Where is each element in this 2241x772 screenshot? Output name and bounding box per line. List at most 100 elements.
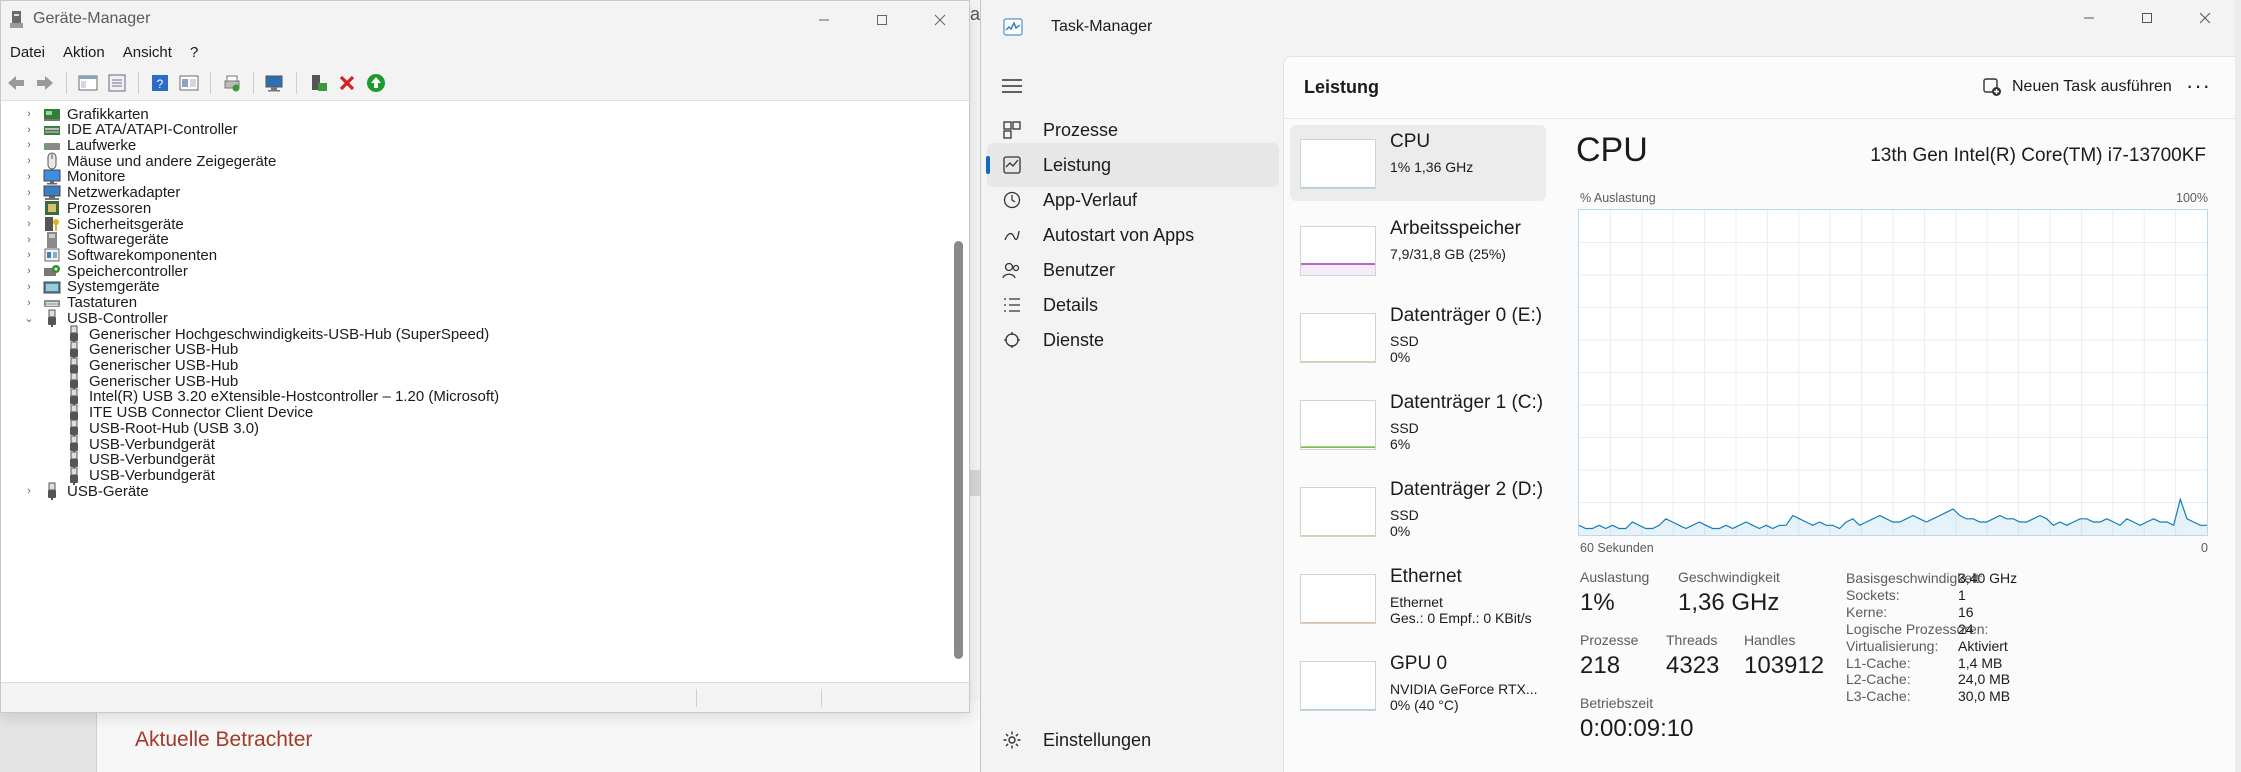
graph-y-max-label: 100%: [2176, 191, 2208, 205]
resource-detail: Ges.: 0 Empf.: 0 KBit/s: [1390, 610, 1532, 626]
stat-processes-value: 218: [1580, 652, 1621, 679]
usb-icon: [48, 482, 56, 501]
toolbar-separator: [296, 71, 297, 94]
device-manager-title: Geräte-Manager: [33, 10, 151, 27]
graph-x-axis-label: 60 Sekunden: [1580, 541, 1654, 555]
spec-value: 1: [1958, 586, 1966, 603]
device-tree-scrollbar[interactable]: [951, 101, 965, 681]
resource-item[interactable]: GPU 0 NVIDIA GeForce RTX... 0% (40 °C): [1290, 647, 1546, 723]
stat-threads-label: Threads: [1666, 632, 1718, 648]
minimize-icon: [819, 19, 829, 21]
device-manager-app-icon: [10, 11, 23, 28]
page-header: Leistung Neuen Task ausführen ···: [1284, 57, 2235, 119]
help-button[interactable]: ?: [147, 70, 173, 96]
console-tree-icon: [78, 75, 98, 90]
help-icon: ?: [152, 74, 168, 91]
uninstall-device-button[interactable]: [334, 70, 360, 96]
spec-key: Virtualisierung:: [1846, 637, 1939, 654]
performance-page: Leistung Neuen Task ausführen ··· CPU 1% …: [1283, 56, 2235, 772]
spec-key: Sockets:: [1846, 586, 1900, 603]
resource-item[interactable]: Datenträger 0 (E:) SSD 0%: [1290, 299, 1546, 375]
background-peek-text: a: [970, 4, 981, 24]
close-icon: [934, 14, 946, 26]
nav-settings[interactable]: Einstellungen: [987, 718, 1279, 762]
printer-icon: [224, 75, 240, 91]
chevron-right-icon[interactable]: ›: [23, 485, 35, 497]
tree-category[interactable]: › USB-Geräte: [23, 480, 149, 502]
device-manager-titlebar[interactable]: Geräte-Manager: [1, 1, 969, 39]
chevron-down-icon[interactable]: ⌄: [23, 312, 35, 325]
spec-value: 3,40 GHz: [1958, 570, 2018, 586]
details-icon: [1001, 294, 1023, 316]
performance-icon: [1001, 154, 1023, 176]
run-new-task-label: Neuen Task ausführen: [2012, 78, 2172, 95]
resource-detail: NVIDIA GeForce RTX...: [1390, 681, 1538, 697]
scan-hardware-button[interactable]: [262, 70, 288, 96]
properties-button[interactable]: [104, 70, 130, 96]
navigation-pane: Prozesse Leistung App-Verlauf Autostart von…: [981, 56, 1281, 772]
users-icon: [1001, 259, 1023, 281]
print-button[interactable]: [219, 70, 245, 96]
nav-item-services[interactable]: Dienste: [987, 318, 1279, 362]
run-new-task-icon: [1983, 78, 2001, 96]
resource-detail: 0%: [1390, 523, 1411, 539]
view-button[interactable]: [176, 70, 202, 96]
update-driver-button[interactable]: [305, 70, 331, 96]
stat-threads-value: 4323: [1666, 652, 1720, 679]
resource-item[interactable]: Ethernet Ethernet Ges.: 0 Empf.: 0 KBit/s: [1290, 560, 1546, 636]
maximize-button[interactable]: [853, 1, 911, 39]
run-new-task-button[interactable]: Neuen Task ausführen: [1982, 71, 2172, 103]
stat-speed-value: 1,36 GHz: [1678, 589, 1780, 616]
cpu-detail-title: CPU: [1576, 131, 1648, 169]
toolbar-separator: [138, 71, 139, 94]
more-options-button[interactable]: ···: [2186, 73, 2211, 99]
close-icon: [2199, 12, 2211, 24]
enable-device-button[interactable]: [363, 70, 389, 96]
spec-value: 1,4 MB: [1958, 654, 2003, 671]
menu-datei[interactable]: Datei: [1, 44, 54, 61]
task-manager-app-icon: [1003, 18, 1023, 36]
spec-value: 24,0 MB: [1958, 671, 2011, 688]
hamburger-menu-icon[interactable]: [1001, 78, 1023, 94]
menu-ansicht[interactable]: Ansicht: [114, 44, 181, 61]
tm-minimize-button[interactable]: [2060, 0, 2118, 36]
toolbar: ?: [1, 65, 969, 101]
history-icon: [1001, 189, 1023, 211]
update-driver-icon: [312, 74, 327, 91]
scrollbar-thumb[interactable]: [954, 241, 963, 659]
spec-value: 30,0 MB: [1958, 688, 2011, 705]
resource-item[interactable]: Datenträger 2 (D:) SSD 0%: [1290, 473, 1546, 549]
maximize-icon: [2142, 13, 2152, 23]
nav-item-label: Details: [1043, 294, 1099, 315]
menu-help[interactable]: ?: [181, 44, 207, 61]
console-tree-button[interactable]: [75, 70, 101, 96]
status-bar-divider: [696, 689, 697, 707]
resource-item[interactable]: CPU 1% 1,36 GHz: [1290, 125, 1546, 201]
resource-detail: SSD: [1390, 507, 1419, 523]
resource-item[interactable]: Datenträger 1 (C:) SSD 6%: [1290, 386, 1546, 462]
maximize-icon: [877, 15, 887, 25]
spec-key: L3-Cache:: [1846, 688, 1911, 705]
nav-item-label: App-Verlauf: [1043, 189, 1138, 210]
spec-key: L2-Cache:: [1846, 671, 1911, 688]
close-button[interactable]: [911, 1, 969, 39]
resource-sparkline: [1301, 622, 1375, 623]
resource-list: CPU 1% 1,36 GHz Arbeitsspeicher 7,9/31,8 GB…: [1284, 119, 1554, 772]
view-icon: [179, 75, 199, 90]
current-viewers-link[interactable]: Aktuelle Betrachter: [135, 728, 312, 752]
uninstall-x-icon: [339, 75, 355, 90]
menu-aktion[interactable]: Aktion: [54, 44, 114, 61]
tm-close-button[interactable]: [2176, 0, 2234, 36]
task-manager-titlebar[interactable]: Task-Manager: [981, 0, 2234, 56]
forward-arrow-icon: [37, 75, 53, 90]
status-bar: [1, 682, 969, 712]
enable-device-icon: [367, 73, 385, 92]
resource-item[interactable]: Arbeitsspeicher 7,9/31,8 GB (25%): [1290, 212, 1546, 288]
tm-maximize-button[interactable]: [2118, 0, 2176, 36]
resource-name: CPU: [1390, 131, 1431, 152]
menu-bar: Datei Aktion Ansicht ?: [1, 39, 969, 65]
forward-button[interactable]: [32, 70, 58, 96]
back-button[interactable]: [3, 70, 29, 96]
device-manager-window: Geräte-Manager Datei Aktion Ansicht ? ? …: [0, 0, 970, 713]
minimize-button[interactable]: [795, 1, 853, 39]
